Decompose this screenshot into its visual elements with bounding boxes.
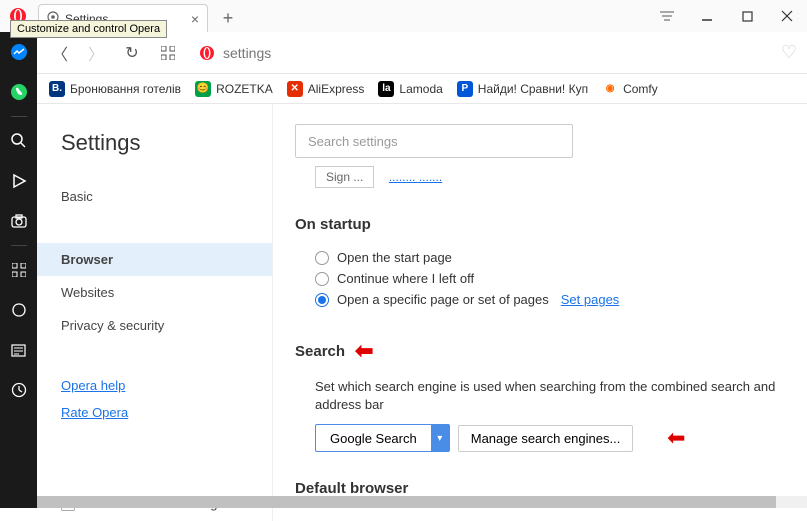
history-icon[interactable] [0, 370, 37, 410]
signin-button[interactable]: Sign ... [315, 166, 374, 188]
opera-badge-icon [199, 45, 215, 61]
close-icon[interactable]: × [191, 11, 199, 27]
nav-help[interactable]: Opera help [37, 372, 272, 399]
arrow-annotation-icon: ⬅ [355, 338, 373, 364]
maximize-button[interactable] [727, 0, 767, 32]
url-field[interactable] [191, 38, 771, 68]
bookmark-favicon: ◉ [602, 81, 618, 97]
messenger-icon[interactable] [0, 32, 37, 72]
nav-privacy[interactable]: Privacy & security [37, 309, 272, 342]
easy-setup-icon[interactable] [647, 0, 687, 32]
section-title-startup: On startup [295, 216, 785, 233]
section-title-default-browser: Default browser [295, 480, 785, 497]
whatsapp-icon[interactable] [0, 72, 37, 112]
minimize-button[interactable] [687, 0, 727, 32]
section-default-browser: Default browser [295, 480, 785, 497]
bookmarks-bar: B. Бронювання готелів 😊 ROZETKA ✕ AliExpress l… [37, 74, 807, 104]
arrow-annotation-icon: ➡ [667, 425, 685, 451]
cutoff-link[interactable]: ........ ....... [389, 170, 442, 184]
set-pages-link[interactable]: Set pages [561, 292, 620, 307]
bookmark-label: Бронювання готелів [70, 82, 181, 96]
play-icon[interactable] [0, 161, 37, 201]
camera-icon[interactable] [0, 201, 37, 241]
section-startup: On startup Open the start page Continue … [295, 216, 785, 310]
bookmark-favicon: ✕ [287, 81, 303, 97]
manage-search-engines-button[interactable]: Manage search engines... [458, 425, 634, 452]
url-input[interactable] [223, 45, 763, 61]
radio-specific-page[interactable]: Open a specific page or set of pages Set… [295, 289, 785, 310]
page-title: Settings [37, 124, 272, 180]
news-icon[interactable] [0, 330, 37, 370]
bookmark-label: Comfy [623, 82, 658, 96]
bookmark-item[interactable]: ◉ Comfy [602, 81, 658, 97]
reload-button[interactable]: ↻ [119, 40, 145, 66]
bookmark-item[interactable]: B. Бронювання готелів [49, 81, 181, 97]
section-search: Search ⬅ Set which search engine is used… [295, 338, 785, 452]
bookmark-label: ROZETKA [216, 82, 273, 96]
bookmark-favicon: la [378, 81, 394, 97]
radio-start-page[interactable]: Open the start page [295, 247, 785, 268]
new-tab-button[interactable]: + [214, 4, 242, 32]
address-bar: 〈 〉 ↻ ♡ [37, 32, 807, 74]
nav-basic[interactable]: Basic [37, 180, 272, 213]
heart-icon[interactable]: ♡ [781, 42, 797, 63]
speed-dial-icon[interactable] [0, 250, 37, 290]
section-title-search: Search ⬅ [295, 338, 785, 364]
bookmark-favicon: 😊 [195, 81, 211, 97]
nav-rate[interactable]: Rate Opera [37, 399, 272, 426]
radio-continue[interactable]: Continue where I left off [295, 268, 785, 289]
radio-icon [315, 251, 329, 265]
bookmark-label: Lamoda [399, 82, 442, 96]
bookmark-item[interactable]: 😊 ROZETKA [195, 81, 273, 97]
settings-body: Search settings Sign ... ........ ......… [273, 104, 807, 521]
window-controls [647, 0, 807, 32]
bookmark-item[interactable]: P Найди! Сравни! Куп [457, 81, 588, 97]
bookmark-favicon: P [457, 81, 473, 97]
search-engine-select[interactable]: Google Search ▾ [315, 424, 450, 452]
sidebar [0, 32, 37, 508]
nav-browser[interactable]: Browser [37, 243, 272, 276]
tooltip: Customize and control Opera [10, 20, 167, 38]
close-button[interactable] [767, 0, 807, 32]
bookmark-label: Найди! Сравни! Куп [478, 82, 588, 96]
bookmark-item[interactable]: la Lamoda [378, 81, 442, 97]
bookmark-label: AliExpress [308, 82, 365, 96]
radio-icon [315, 293, 329, 307]
forward-button[interactable]: 〉 [83, 40, 109, 66]
chevron-down-icon: ▾ [431, 424, 449, 452]
extensions-icon[interactable] [155, 40, 181, 66]
radio-icon [315, 272, 329, 286]
settings-search-input[interactable]: Search settings [295, 124, 573, 158]
nav-websites[interactable]: Websites [37, 276, 272, 309]
search-icon[interactable] [0, 121, 37, 161]
bookmarks-icon[interactable] [0, 290, 37, 330]
search-description: Set which search engine is used when sea… [295, 378, 785, 424]
settings-nav: Settings Basic Browser Websites Privacy … [37, 104, 273, 521]
horizontal-scrollbar[interactable] [37, 496, 807, 508]
bookmark-item[interactable]: ✕ AliExpress [287, 81, 365, 97]
bookmark-favicon: B. [49, 81, 65, 97]
back-button[interactable]: 〈 [47, 40, 73, 66]
